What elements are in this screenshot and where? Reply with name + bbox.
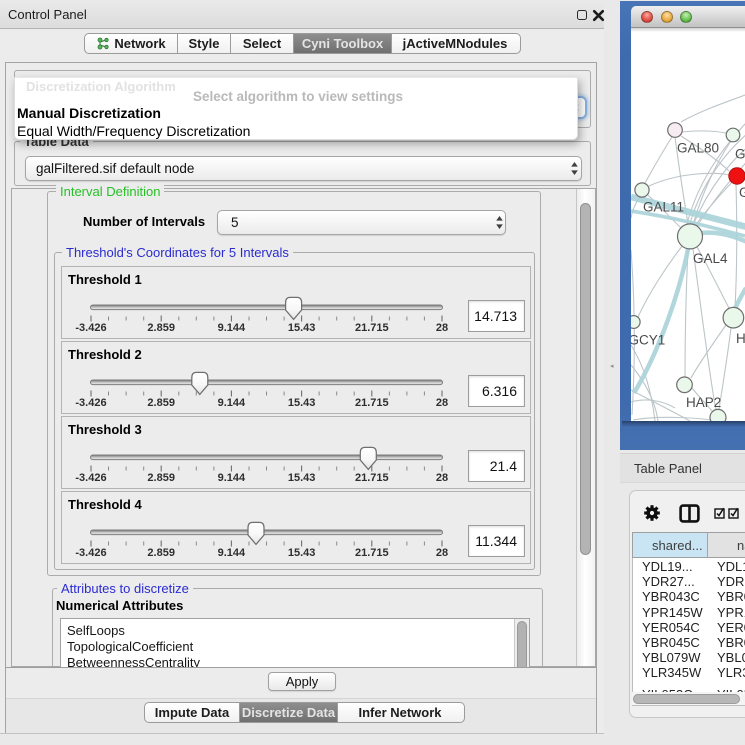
- svg-text:G: G: [739, 185, 745, 200]
- svg-text:GAL80: GAL80: [677, 141, 719, 156]
- svg-text:GAL11: GAL11: [643, 200, 684, 215]
- svg-text:GAL4: GAL4: [693, 251, 728, 266]
- svg-text:GA: GA: [735, 147, 745, 162]
- svg-text:HAP2: HAP2: [686, 395, 721, 410]
- svg-text:GCY1: GCY1: [631, 333, 665, 348]
- svg-text:HA: HA: [736, 331, 745, 346]
